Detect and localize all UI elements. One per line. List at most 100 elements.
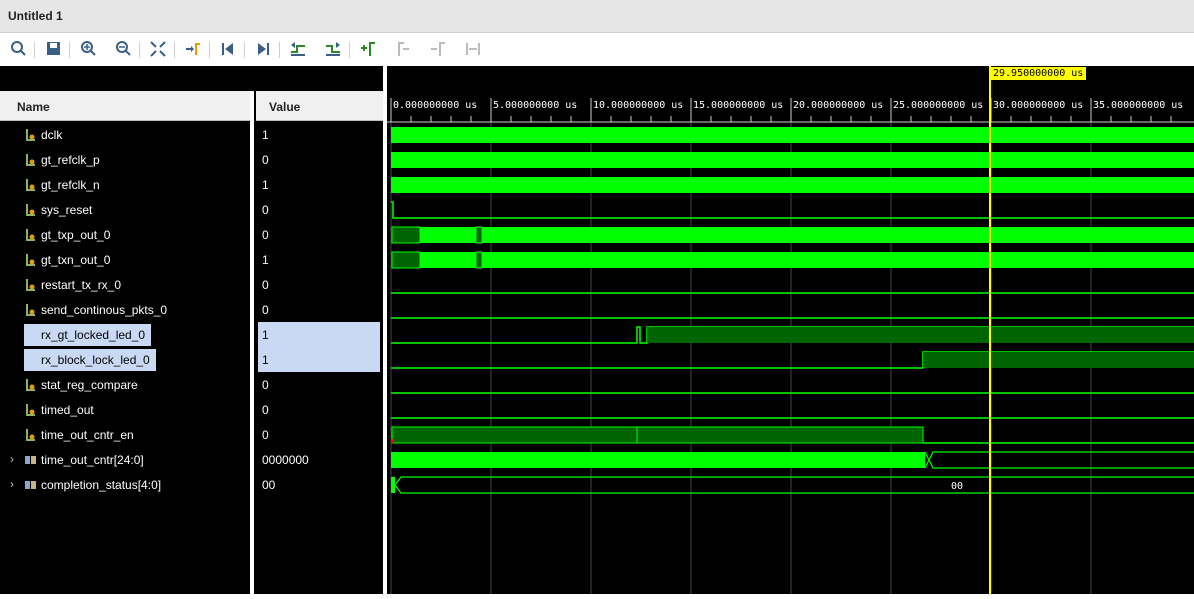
tx-waveform-segment <box>482 227 1194 243</box>
signal-row[interactable]: send_continous_pkts_0 <box>0 297 250 322</box>
signal-value[interactable]: 0000000 <box>258 447 380 472</box>
counter-bus-outline <box>924 451 1194 469</box>
signal-value-text: 0 <box>262 428 269 442</box>
signal-row[interactable]: › time_out_cntr[24:0] <box>0 447 250 472</box>
bit-signal-icon <box>26 429 35 441</box>
add-marker-button[interactable] <box>357 38 379 60</box>
signal-value-text: 0 <box>262 278 269 292</box>
signal-name: stat_reg_compare <box>41 378 138 392</box>
cntr-en-marker <box>391 439 394 443</box>
signal-value-text: 0 <box>262 153 269 167</box>
signal-value-text: 1 <box>262 328 269 342</box>
signal-value[interactable]: 1 <box>258 172 380 197</box>
signal-row[interactable]: rx_gt_locked_led_0 <box>0 322 250 347</box>
signal-row[interactable]: gt_txp_out_0 <box>0 222 250 247</box>
signal-row[interactable]: stat_reg_compare <box>0 372 250 397</box>
zoom-in-button[interactable] <box>78 38 100 60</box>
signal-value-text: 1 <box>262 128 269 142</box>
signal-value[interactable]: 1 <box>258 122 380 147</box>
signal-value[interactable]: 0 <box>258 372 380 397</box>
next-marker-icon <box>431 42 445 56</box>
block-lock-waveform-fill <box>923 352 1194 368</box>
save-icon <box>47 42 60 55</box>
previous-marker-button[interactable] <box>392 38 414 60</box>
signal-value[interactable]: 0 <box>258 272 380 297</box>
go-to-cursor-button[interactable] <box>182 38 204 60</box>
signal-value[interactable]: 0 <box>258 297 380 322</box>
signal-value-text: 0 <box>262 228 269 242</box>
signal-name: time_out_cntr[24:0] <box>41 453 144 467</box>
signal-name: gt_txn_out_0 <box>41 253 111 267</box>
signal-value-text: 1 <box>262 253 269 267</box>
bit-signal-icon <box>26 254 35 266</box>
signal-value-text: 0 <box>262 403 269 417</box>
signal-value-text: 0 <box>262 303 269 317</box>
tx-waveform-segment <box>475 251 483 269</box>
add-marker-icon <box>361 42 375 56</box>
name-column-header[interactable]: Name <box>0 91 250 121</box>
go-to-start-button[interactable] <box>217 38 239 60</box>
signal-row[interactable]: gt_refclk_p <box>0 147 250 172</box>
signal-row[interactable]: timed_out <box>0 397 250 422</box>
zoom-out-button[interactable] <box>113 38 135 60</box>
value-column-label: Value <box>269 100 301 114</box>
toolbar-separator <box>279 42 280 58</box>
signal-value[interactable]: 1 <box>258 322 380 347</box>
signal-name: send_continous_pkts_0 <box>41 303 168 317</box>
next-transition-button[interactable] <box>322 38 344 60</box>
bit-signal-icon <box>26 129 35 141</box>
column-divider[interactable] <box>250 91 254 594</box>
go-to-end-button[interactable] <box>252 38 274 60</box>
signal-row[interactable]: rx_block_lock_led_0 <box>0 347 250 372</box>
signal-value[interactable]: 1 <box>258 247 380 272</box>
signal-name: timed_out <box>41 403 94 417</box>
cursor-time-label[interactable]: 29.950000000 us <box>990 67 1087 80</box>
previous-transition-button[interactable] <box>287 38 309 60</box>
signal-value[interactable]: 0 <box>258 397 380 422</box>
tx-waveform-segment <box>391 226 421 244</box>
go-to-start-icon <box>222 43 233 55</box>
signal-row[interactable]: › completion_status[4:0] <box>0 472 250 497</box>
signal-name: time_out_cntr_en <box>41 428 134 442</box>
value-column-header[interactable]: Value <box>256 91 383 121</box>
swap-cursors-icon <box>466 43 480 55</box>
signal-list-panel: Name Value dclk 1 gt_refclk_p 0 gt_refclk_n 1… <box>0 66 383 594</box>
search-button[interactable] <box>8 38 30 60</box>
next-marker-button[interactable] <box>427 38 449 60</box>
expand-chevron-icon[interactable]: › <box>10 477 14 491</box>
signal-row[interactable]: gt_refclk_n <box>0 172 250 197</box>
signal-value[interactable]: 0 <box>258 147 380 172</box>
signal-value[interactable]: 00 <box>258 472 380 497</box>
ruler-label: 25.000000000 us <box>893 100 983 111</box>
signal-value[interactable]: 0 <box>258 197 380 222</box>
bit-signal-icon <box>26 404 35 416</box>
expand-chevron-icon[interactable]: › <box>10 452 14 466</box>
zoom-fit-icon <box>150 41 166 57</box>
zoom-in-icon <box>81 41 96 56</box>
signal-name: rx_gt_locked_led_0 <box>24 324 152 346</box>
signal-value[interactable]: 0 <box>258 222 380 247</box>
bit-signal-icon <box>26 154 35 166</box>
waveform-panel[interactable]: 0.000000000 us 5.000000000 us 10.000000000… <box>387 66 1194 594</box>
signal-row[interactable]: time_out_cntr_en <box>0 422 250 447</box>
zoom-fit-button[interactable] <box>147 38 169 60</box>
reset-waveform <box>391 201 1194 219</box>
signal-row[interactable]: gt_txn_out_0 <box>0 247 250 272</box>
signal-row[interactable]: dclk <box>0 122 250 147</box>
signal-row[interactable]: restart_tx_rx_0 <box>0 272 250 297</box>
tx-waveform-segment <box>391 251 421 269</box>
signal-value[interactable]: 0 <box>258 422 380 447</box>
signal-name: gt_txp_out_0 <box>41 228 111 242</box>
toolbar-separator <box>34 42 35 58</box>
signal-value[interactable]: 1 <box>258 347 380 372</box>
bit-signal-icon <box>26 229 35 241</box>
swap-cursors-button[interactable] <box>462 38 484 60</box>
save-button[interactable] <box>43 38 65 60</box>
bit-signal-icon <box>26 304 35 316</box>
signal-name: rx_block_lock_led_0 <box>24 349 156 371</box>
signal-row[interactable]: sys_reset <box>0 197 250 222</box>
signal-value-text: 0000000 <box>262 453 309 467</box>
toolbar-separator <box>139 42 140 58</box>
ruler-label: 35.000000000 us <box>1093 100 1183 111</box>
waveform-canvas[interactable]: 0.000000000 us 5.000000000 us 10.000000000… <box>387 66 1194 594</box>
